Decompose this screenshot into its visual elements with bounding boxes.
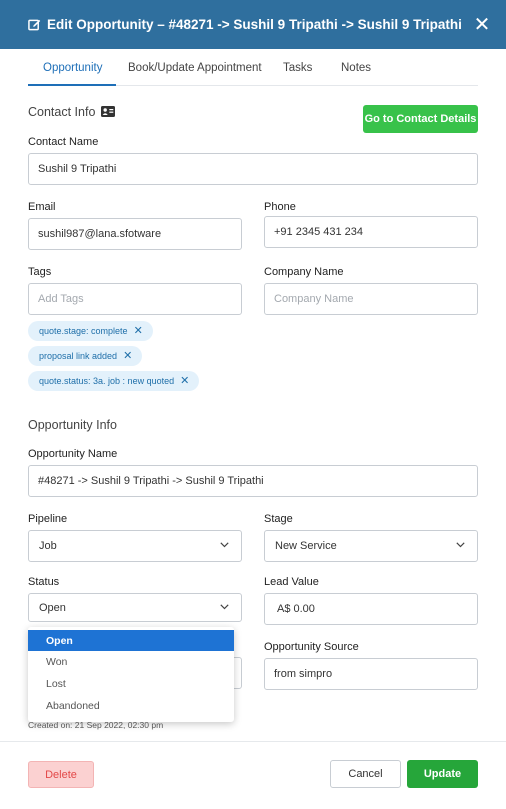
- close-icon[interactable]: ✕: [470, 12, 494, 36]
- pipeline-select[interactable]: Job: [28, 530, 242, 562]
- tags-label: Tags: [28, 266, 52, 278]
- tab-book-update-appointment[interactable]: Book/Update Appointment: [128, 62, 262, 74]
- status-option-open[interactable]: Open: [28, 630, 234, 651]
- tag-chip: quote.status: 3a. job : new quoted ✕: [28, 371, 200, 391]
- tag-chip: proposal link added ✕: [28, 346, 143, 366]
- tag-chip-label: quote.status: 3a. job : new quoted: [39, 376, 175, 386]
- chevron-down-icon: [220, 604, 229, 610]
- status-select[interactable]: Open: [28, 593, 242, 622]
- tag-chip-label: proposal link added: [39, 351, 118, 361]
- tab-bar: Opportunity Book/Update Appointment Task…: [28, 52, 478, 86]
- email-label: Email: [28, 201, 56, 213]
- contact-card-icon: [101, 106, 115, 117]
- tag-chip-label: quote.stage: complete: [39, 326, 128, 336]
- update-button[interactable]: Update: [407, 760, 478, 788]
- lead-value-label: Lead Value: [264, 576, 319, 588]
- remove-tag-icon[interactable]: ✕: [123, 350, 132, 362]
- modal-title: Edit Opportunity – #48271 -> Sushil 9 Tr…: [47, 17, 462, 32]
- delete-button[interactable]: Delete: [28, 761, 94, 788]
- stage-label: Stage: [264, 513, 293, 525]
- active-tab-indicator: [28, 84, 116, 86]
- phone-label: Phone: [264, 201, 296, 213]
- tab-tasks[interactable]: Tasks: [283, 62, 312, 74]
- tab-opportunity[interactable]: Opportunity: [43, 62, 102, 74]
- lead-value-input[interactable]: A$ 0.00: [264, 593, 478, 625]
- tags-input[interactable]: Add Tags: [28, 283, 242, 315]
- footer-divider: [0, 741, 506, 742]
- status-dropdown-menu: Open Won Lost Abandoned: [28, 627, 234, 722]
- company-name-input[interactable]: Company Name: [264, 283, 478, 315]
- stage-select[interactable]: New Service: [264, 530, 478, 562]
- opportunity-info-title: Opportunity Info: [28, 418, 117, 432]
- opportunity-source-input[interactable]: from simpro: [264, 658, 478, 690]
- created-on-text: Created on: 21 Sep 2022, 02:30 pm: [28, 720, 164, 730]
- pipeline-value: Job: [39, 540, 57, 552]
- tag-chip: quote.stage: complete ✕: [28, 321, 153, 341]
- tab-notes[interactable]: Notes: [341, 62, 371, 74]
- opportunity-source-label: Opportunity Source: [264, 641, 359, 653]
- contact-name-input[interactable]: Sushil 9 Tripathi: [28, 153, 478, 185]
- status-option-lost[interactable]: Lost: [28, 673, 234, 694]
- status-value: Open: [39, 601, 66, 614]
- phone-input[interactable]: +91 2345 431 234: [264, 216, 478, 248]
- contact-name-label: Contact Name: [28, 136, 99, 148]
- cancel-button[interactable]: Cancel: [330, 760, 401, 788]
- modal-header: Edit Opportunity – #48271 -> Sushil 9 Tr…: [0, 0, 506, 49]
- chevron-down-icon: [456, 542, 465, 548]
- company-name-label: Company Name: [264, 266, 344, 278]
- opportunity-name-input[interactable]: #48271 -> Sushil 9 Tripathi -> Sushil 9 …: [28, 465, 478, 497]
- contact-info-title: Contact Info: [28, 105, 96, 119]
- remove-tag-icon[interactable]: ✕: [134, 325, 143, 337]
- opportunity-name-label: Opportunity Name: [28, 448, 118, 460]
- edit-icon: [28, 19, 41, 31]
- status-label: Status: [28, 576, 60, 588]
- go-to-contact-details-button[interactable]: Go to Contact Details: [363, 105, 478, 133]
- chevron-down-icon: [220, 542, 229, 548]
- pipeline-label: Pipeline: [28, 513, 68, 525]
- remove-tag-icon[interactable]: ✕: [180, 375, 189, 387]
- status-option-abandoned[interactable]: Abandoned: [28, 695, 234, 716]
- stage-value: New Service: [275, 540, 337, 552]
- email-input[interactable]: sushil987@lana.sfotware: [28, 218, 242, 250]
- status-option-won[interactable]: Won: [28, 651, 234, 672]
